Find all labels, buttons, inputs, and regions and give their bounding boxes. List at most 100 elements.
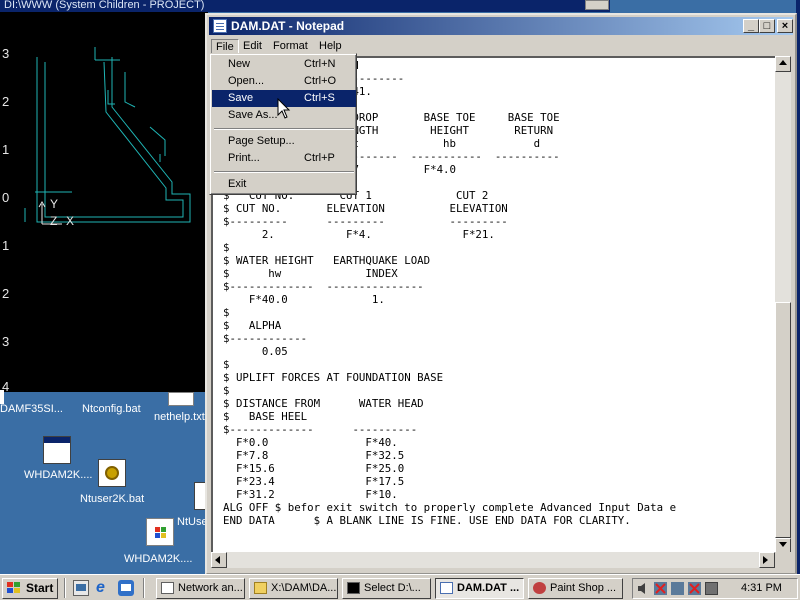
text-line: F*23.4 F*17.5 [223,475,405,488]
text-line: 0.05 [223,345,288,358]
desktop-icon-label[interactable]: Ntconfig.bat [82,403,141,415]
menu-item-print[interactable]: Print... Ctrl+P [212,150,356,167]
text-line: ALG OFF $ befor exit switch to properly … [223,501,677,514]
mouse-cursor-icon [277,98,291,119]
taskbar-button-command-prompt[interactable]: Select D:\... [342,578,431,599]
text-line: F*31.2 F*10. [223,488,398,501]
arrow-right-icon [763,556,768,564]
arrow-up-icon [779,60,787,65]
text-line: F*7.8 F*32.5 [223,449,405,462]
text-line: $ DISTANCE FROM WATER HEAD [223,397,424,410]
text-line: $ [223,384,230,397]
notepad-icon[interactable] [213,19,227,33]
taskbar-button-notepad[interactable]: DAM.DAT ... [435,578,524,599]
volume-icon[interactable] [637,582,650,595]
axis-tick: 2 [2,286,10,301]
text-line: F*15.6 F*25.0 [223,462,405,475]
text-line: $------------ [223,332,308,345]
scrollbar-corner [775,552,791,568]
taskbar-divider [143,578,145,598]
axis-tick: 2 [2,94,10,109]
background-window-title: DI:\WWW (System Children - PROJECT) [0,0,610,12]
axis-tick: 3 [2,334,10,349]
menu-item-exit[interactable]: Exit [212,176,356,193]
maximize-button[interactable]: □ [759,19,775,33]
text-line: $------------- ---------- [223,423,418,436]
notepad-icon [440,582,453,594]
text-line: END DATA $ A BLANK LINE IS FINE. USE END… [223,514,631,527]
system-tray: 4:31 PM [632,578,798,599]
desktop-icon-label[interactable]: WHDAM2K.... [24,469,92,481]
dam-stem [124,72,136,108]
notepad-title: DAM.DAT - Notepad [231,19,345,33]
desktop-icon-label[interactable]: nethelp.txt [154,411,205,423]
menu-separator [214,171,354,173]
text-line: $ [223,241,230,254]
dam-profile-outline [36,57,191,223]
file-menu-dropdown: New Ctrl+N Open... Ctrl+O Save Ctrl+S Sa… [209,53,357,195]
window-app-icon[interactable] [43,436,71,464]
folder-icon [254,582,267,594]
text-line: 2. F*4. F*21. [223,228,495,241]
cad-drawing-viewport[interactable]: 3 2 1 0 1 2 3 4 Y Z X [0,12,208,392]
desktop-icon-label[interactable]: NtUse [177,516,208,528]
menu-item-new[interactable]: New Ctrl+N [212,56,356,73]
axis-tick: 3 [2,46,10,61]
ucs-y-label: Y [50,197,59,211]
taskbar: Start e Network an... X:\DAM\DA... Selec… [0,574,800,600]
windows-installer-icon[interactable] [146,518,174,546]
menu-item-open[interactable]: Open... Ctrl+O [212,73,356,90]
taskbar-button-paint-shop[interactable]: Paint Shop ... [528,578,623,599]
close-button[interactable]: × [777,19,793,33]
paint-shop-icon [533,582,546,594]
axis-tick: 1 [2,238,10,253]
dam-crest [94,47,120,61]
vertical-scroll-thumb[interactable] [775,302,791,538]
dam-inner-outline [44,61,184,218]
network-disconnected-icon[interactable] [688,582,701,595]
menu-item-page-setup[interactable]: Page Setup... [212,133,356,150]
text-line: F*0.0 F*40. [223,436,398,449]
desktop-icon-label[interactable]: WHDAM2K.... [124,553,192,565]
arrow-left-icon [215,556,220,564]
windows-logo-icon [7,582,22,595]
arrow-down-icon [779,542,787,547]
text-file-icon[interactable] [168,392,194,406]
outlook-express-icon[interactable] [118,580,134,596]
start-button[interactable]: Start [2,578,58,599]
taskbar-button-network[interactable]: Network an... [156,578,245,599]
batch-file-icon[interactable] [98,459,126,487]
network-disconnected-icon[interactable] [654,582,667,595]
scroll-up-button[interactable] [775,56,791,72]
ucs-x-label: X [66,214,75,228]
network-connection-icon[interactable] [671,582,684,595]
show-desktop-icon[interactable] [73,580,89,596]
background-window-title-text: DI:\WWW (System Children - PROJECT) [4,0,205,11]
desktop-icon-label[interactable]: DAMF35SI... [0,403,63,415]
notepad-title-bar[interactable]: DAM.DAT - Notepad _ □ × [209,17,793,35]
taskbar-divider [64,578,66,598]
printer-icon[interactable] [705,582,718,595]
scroll-right-button[interactable] [759,552,775,568]
vertical-scrollbar[interactable] [775,56,791,554]
text-line: $ UPLIFT FORCES AT FOUNDATION BASE [223,371,444,384]
background-window-close-button[interactable] [585,0,609,10]
network-icon [161,582,174,594]
desktop-icon-label[interactable]: Ntuser2K.bat [80,493,144,505]
text-line: $ CUT NO. ELEVATION ELEVATION [223,202,508,215]
clock[interactable]: 4:31 PM [741,579,782,598]
minimize-button[interactable]: _ [743,19,759,33]
text-line: $ [223,358,230,371]
axis-tick: 0 [2,190,10,205]
file-icon[interactable] [0,390,4,404]
menu-separator [214,128,354,130]
drop-line [149,126,166,156]
internet-explorer-icon[interactable]: e [96,580,112,596]
text-line: $ ALPHA [223,319,282,332]
text-line: $------------- --------------- [223,280,424,293]
text-line: $ WATER HEIGHT EARTHQUAKE LOAD [223,254,431,267]
horizontal-scrollbar[interactable] [211,552,775,568]
scroll-left-button[interactable] [211,552,227,568]
taskbar-button-folder[interactable]: X:\DAM\DA... [249,578,338,599]
text-line: $ [223,306,230,319]
